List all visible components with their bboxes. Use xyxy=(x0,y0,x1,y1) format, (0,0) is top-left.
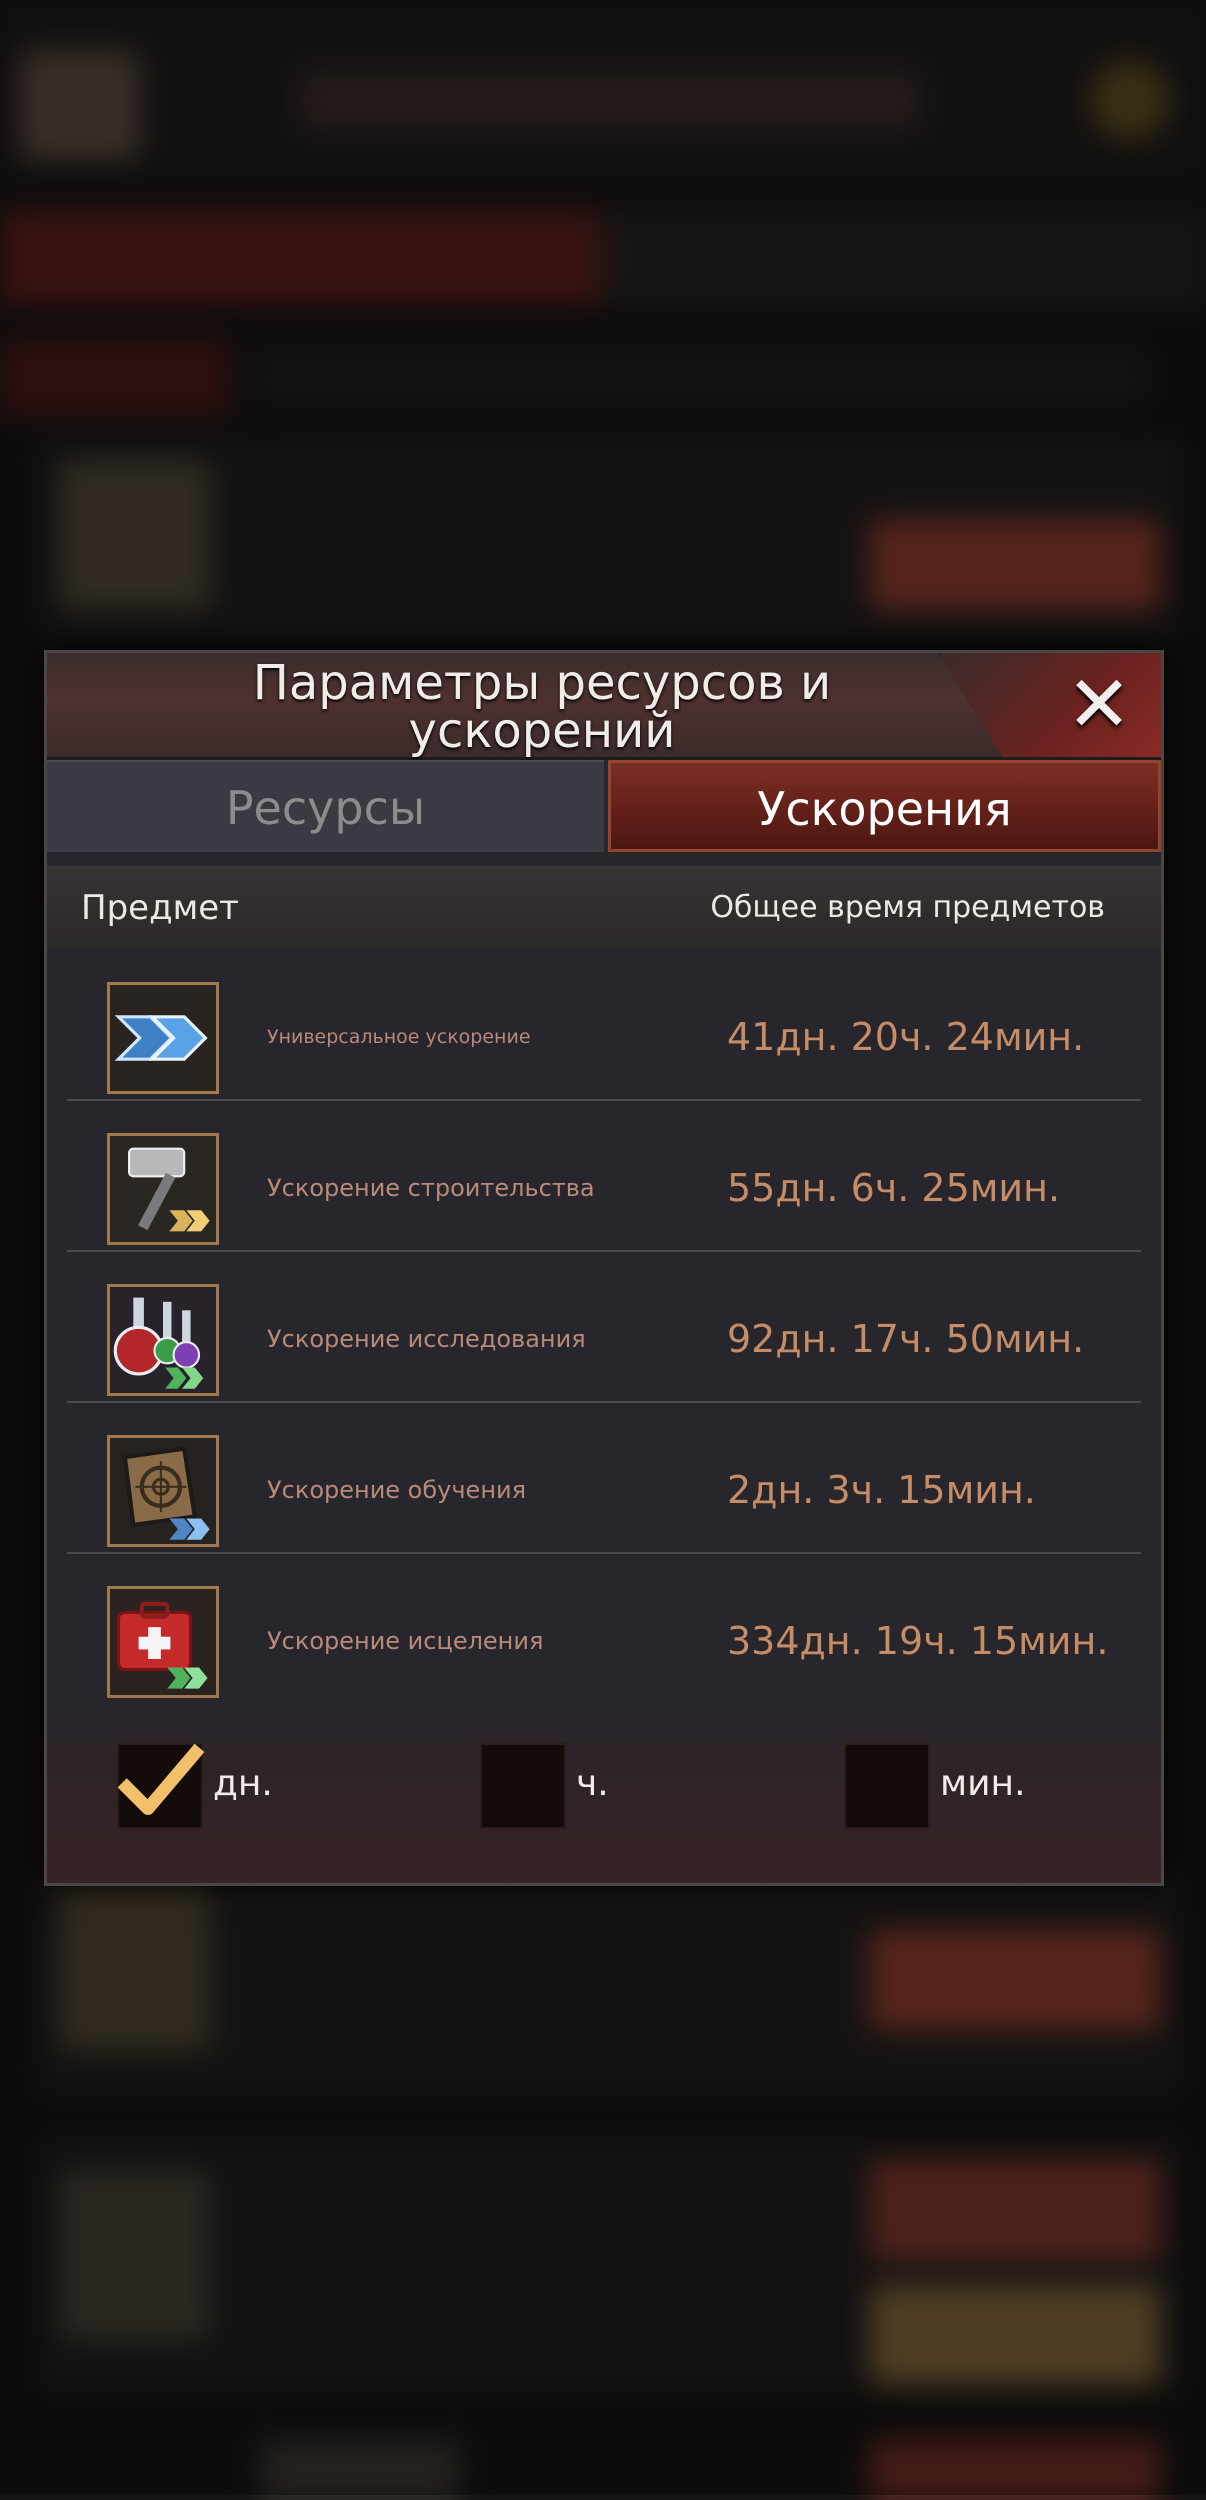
list-item: Ускорение обучения 2дн. 3ч. 15мин. xyxy=(67,1403,1141,1554)
column-total-time: Общее время предметов xyxy=(710,890,1105,925)
item-name: Ускорение исцеления xyxy=(267,1627,544,1655)
item-name: Ускорение обучения xyxy=(267,1476,527,1504)
item-total-time: 92дн. 17ч. 50мин. xyxy=(727,1317,1085,1361)
time-unit-options: дн. ч. мин. xyxy=(47,1743,1161,1853)
minutes-checkbox[interactable] xyxy=(844,1743,930,1829)
checkmark-icon xyxy=(117,1743,205,1816)
healing-speedup-icon xyxy=(107,1586,219,1698)
tab-resources[interactable]: Ресурсы xyxy=(47,760,604,852)
list-item: Ускорение исследования 92дн. 17ч. 50мин. xyxy=(67,1252,1141,1403)
unit-option-hours[interactable]: ч. xyxy=(480,1743,680,1829)
days-label: дн. xyxy=(213,1763,273,1804)
dialog-header: Параметры ресурсов и ускорений ✕ xyxy=(47,653,1161,760)
tab-bar: Ресурсы Ускорения xyxy=(47,760,1161,852)
item-total-time: 41дн. 20ч. 24мин. xyxy=(727,1015,1085,1059)
resources-speedups-dialog: Параметры ресурсов и ускорений ✕ Ресурсы… xyxy=(44,650,1164,1886)
column-item: Предмет xyxy=(81,888,239,928)
hours-label: ч. xyxy=(576,1763,609,1804)
tab-speedups[interactable]: Ускорения xyxy=(608,760,1161,852)
unit-option-minutes[interactable]: мин. xyxy=(844,1743,1094,1829)
minutes-label: мин. xyxy=(940,1763,1026,1804)
item-total-time: 55дн. 6ч. 25мин. xyxy=(727,1166,1061,1210)
table-header: Предмет Общее время предметов xyxy=(47,866,1161,950)
item-total-time: 334дн. 19ч. 15мин. xyxy=(727,1619,1109,1663)
item-total-time: 2дн. 3ч. 15мин. xyxy=(727,1468,1036,1512)
speedup-list: Универсальное ускорение 41дн. 20ч. 24мин… xyxy=(67,950,1141,1703)
list-item: Универсальное ускорение 41дн. 20ч. 24мин… xyxy=(67,950,1141,1101)
item-name: Ускорение строительства xyxy=(267,1174,595,1202)
list-item: Ускорение исцеления 334дн. 19ч. 15мин. xyxy=(67,1554,1141,1703)
item-name: Ускорение исследования xyxy=(267,1325,586,1353)
item-name: Универсальное ускорение xyxy=(267,1026,531,1048)
list-item: Ускорение строительства 55дн. 6ч. 25мин. xyxy=(67,1101,1141,1252)
hours-checkbox[interactable] xyxy=(480,1743,566,1829)
dialog-title: Параметры ресурсов и ускорений xyxy=(252,655,832,759)
building-speedup-icon xyxy=(107,1133,219,1245)
research-speedup-icon xyxy=(107,1284,219,1396)
close-icon[interactable]: ✕ xyxy=(1057,663,1141,747)
universal-speedup-icon xyxy=(107,982,219,1094)
training-speedup-icon xyxy=(107,1435,219,1547)
unit-option-days[interactable]: дн. xyxy=(117,1743,317,1829)
